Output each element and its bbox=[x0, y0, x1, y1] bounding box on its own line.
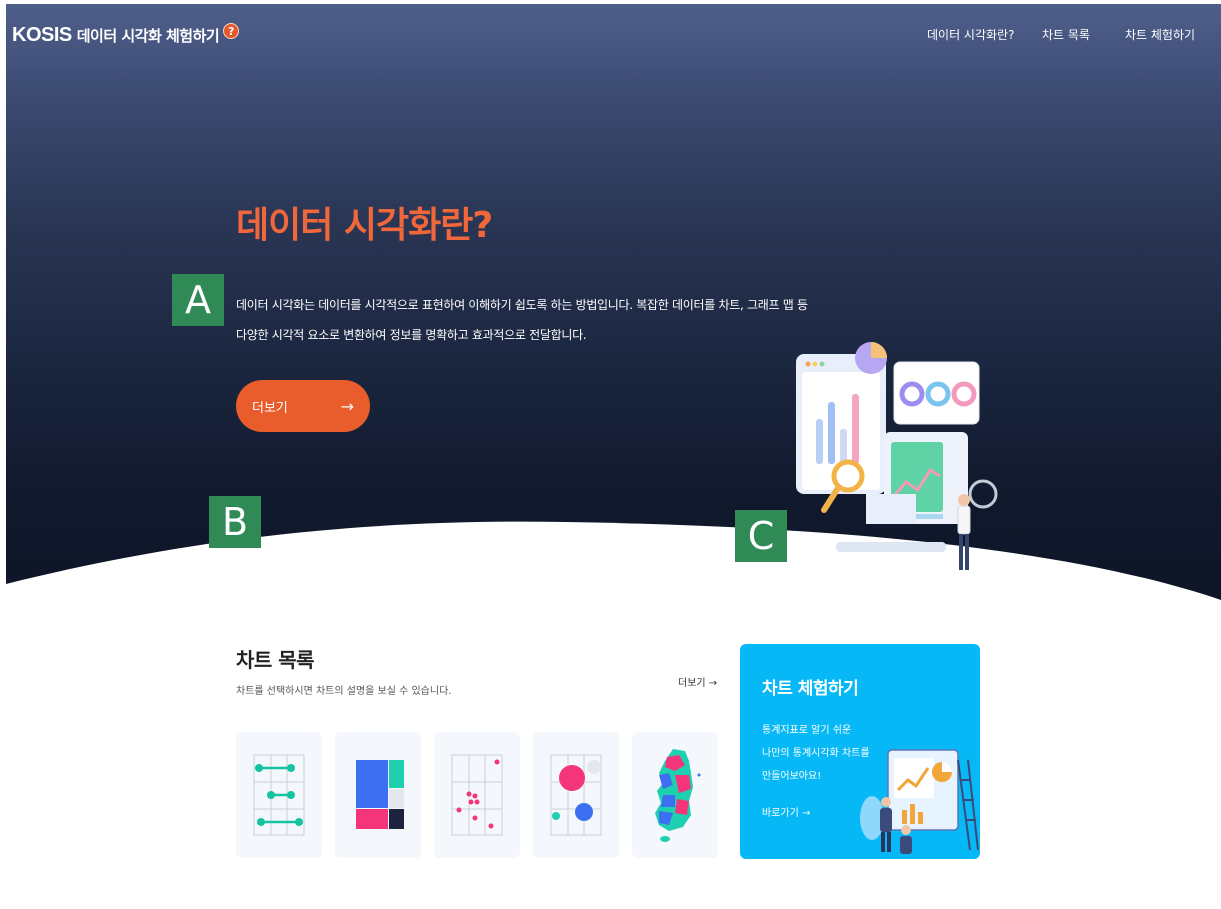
dumbbell-chart-icon bbox=[253, 754, 305, 836]
marker-a: A bbox=[172, 274, 224, 326]
promo-go-link[interactable]: 바로가기 → bbox=[762, 804, 810, 819]
chart-card-list bbox=[236, 732, 718, 858]
chart-card-map[interactable] bbox=[632, 732, 718, 858]
data-visualization-illustration bbox=[796, 342, 998, 570]
promo-title: 차트 체험하기 bbox=[762, 679, 859, 699]
arrow-right-icon: → bbox=[340, 396, 354, 416]
scatter-chart-icon bbox=[451, 754, 503, 836]
chart-card-dumbbell[interactable] bbox=[236, 732, 322, 858]
promo-description-line: 만들어보아요! bbox=[762, 771, 822, 782]
chart-list-more-link[interactable]: 더보기 → bbox=[678, 674, 717, 689]
bubble-chart-icon bbox=[550, 754, 602, 836]
chart-card-bubble[interactable] bbox=[533, 732, 619, 858]
hero-more-button[interactable]: 더보기 → bbox=[236, 380, 370, 432]
page: KOSIS 데이터 시각화 체험하기 ? 데이터 시각화란? 차트 목록 차트 … bbox=[6, 4, 1221, 909]
chart-list-subtitle: 차트를 선택하시면 차트의 설명을 보실 수 있습니다. bbox=[236, 686, 452, 697]
help-icon[interactable]: ? bbox=[223, 23, 240, 39]
nav-chart-list[interactable]: 차트 목록 bbox=[1042, 26, 1090, 43]
chart-experience-promo-card[interactable]: 차트 체험하기 통계지표로 알기 쉬운 나만의 통계시각화 차트를 만들어보아요… bbox=[740, 644, 980, 859]
logo-brand: KOSIS bbox=[12, 23, 72, 46]
treemap-chart-icon bbox=[356, 760, 404, 829]
chart-card-scatter[interactable] bbox=[434, 732, 520, 858]
hero-title: 데이터 시각화란? bbox=[236, 205, 493, 246]
promo-description-line: 통계지표로 알기 쉬운 bbox=[762, 725, 852, 736]
hero-more-label: 더보기 bbox=[252, 400, 288, 416]
marker-b: B bbox=[209, 496, 261, 548]
promo-description-line: 나만의 통계시각화 차트를 bbox=[762, 748, 870, 759]
chart-building-illustration bbox=[860, 749, 979, 854]
korea-map-chart-icon bbox=[655, 749, 701, 842]
hero-description-line: 데이터 시각화는 데이터를 시각적으로 표현하여 이해하기 쉽도록 하는 방법입… bbox=[236, 298, 808, 312]
chart-card-treemap[interactable] bbox=[335, 732, 421, 858]
site-logo[interactable]: KOSIS 데이터 시각화 체험하기 ? bbox=[12, 22, 240, 48]
hero-description-line: 다양한 시각적 요소로 변환하여 정보를 명확하고 효과적으로 전달합니다. bbox=[236, 328, 587, 342]
logo-title: 데이터 시각화 체험하기 bbox=[76, 26, 220, 45]
nav-data-visualization[interactable]: 데이터 시각화란? bbox=[927, 26, 1014, 43]
nav-chart-experience[interactable]: 차트 체험하기 bbox=[1125, 26, 1195, 43]
promo-description: 통계지표로 알기 쉬운 나만의 통계시각화 차트를 만들어보아요! bbox=[762, 719, 870, 788]
marker-c: C bbox=[735, 510, 787, 562]
chart-list-title: 차트 목록 bbox=[236, 648, 315, 672]
hero-description: 데이터 시각화는 데이터를 시각적으로 표현하여 이해하기 쉽도록 하는 방법입… bbox=[236, 290, 836, 350]
